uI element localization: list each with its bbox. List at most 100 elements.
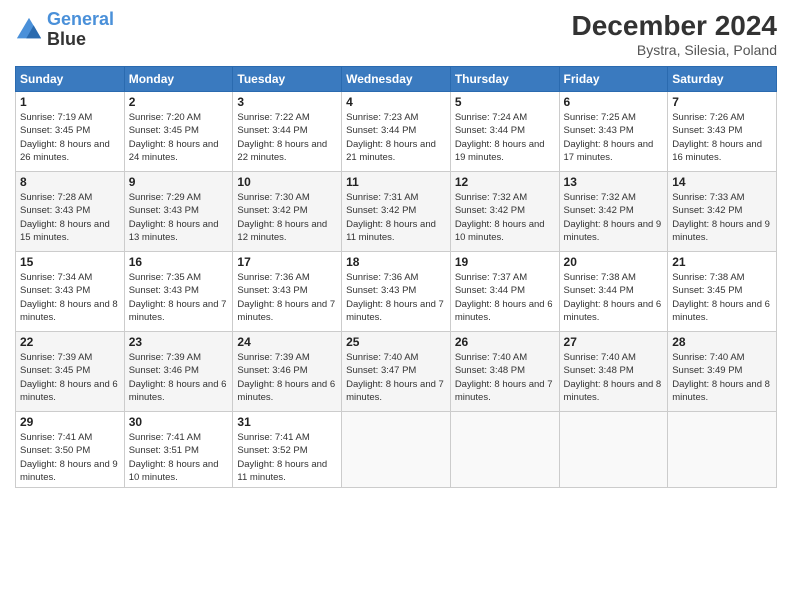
day-info: Sunrise: 7:41 AM Sunset: 3:51 PM Dayligh… <box>129 431 229 484</box>
table-row: 3 Sunrise: 7:22 AM Sunset: 3:44 PM Dayli… <box>233 92 342 172</box>
table-row: 14 Sunrise: 7:33 AM Sunset: 3:42 PM Dayl… <box>668 172 777 252</box>
day-info: Sunrise: 7:40 AM Sunset: 3:47 PM Dayligh… <box>346 351 446 404</box>
day-number: 20 <box>564 255 664 269</box>
day-info: Sunrise: 7:26 AM Sunset: 3:43 PM Dayligh… <box>672 111 772 164</box>
day-info: Sunrise: 7:22 AM Sunset: 3:44 PM Dayligh… <box>237 111 337 164</box>
table-row <box>668 412 777 488</box>
day-number: 4 <box>346 95 446 109</box>
day-info: Sunrise: 7:31 AM Sunset: 3:42 PM Dayligh… <box>346 191 446 244</box>
table-row: 22 Sunrise: 7:39 AM Sunset: 3:45 PM Dayl… <box>16 332 125 412</box>
table-row: 16 Sunrise: 7:35 AM Sunset: 3:43 PM Dayl… <box>124 252 233 332</box>
table-row: 23 Sunrise: 7:39 AM Sunset: 3:46 PM Dayl… <box>124 332 233 412</box>
day-info: Sunrise: 7:39 AM Sunset: 3:46 PM Dayligh… <box>237 351 337 404</box>
table-row: 28 Sunrise: 7:40 AM Sunset: 3:49 PM Dayl… <box>668 332 777 412</box>
day-number: 1 <box>20 95 120 109</box>
table-row: 30 Sunrise: 7:41 AM Sunset: 3:51 PM Dayl… <box>124 412 233 488</box>
table-row: 9 Sunrise: 7:29 AM Sunset: 3:43 PM Dayli… <box>124 172 233 252</box>
day-info: Sunrise: 7:25 AM Sunset: 3:43 PM Dayligh… <box>564 111 664 164</box>
location: Bystra, Silesia, Poland <box>572 42 777 58</box>
table-row: 29 Sunrise: 7:41 AM Sunset: 3:50 PM Dayl… <box>16 412 125 488</box>
table-row: 6 Sunrise: 7:25 AM Sunset: 3:43 PM Dayli… <box>559 92 668 172</box>
day-number: 11 <box>346 175 446 189</box>
table-row <box>559 412 668 488</box>
title-block: December 2024 Bystra, Silesia, Poland <box>572 10 777 58</box>
day-number: 29 <box>20 415 120 429</box>
day-number: 16 <box>129 255 229 269</box>
day-number: 8 <box>20 175 120 189</box>
day-number: 26 <box>455 335 555 349</box>
day-info: Sunrise: 7:35 AM Sunset: 3:43 PM Dayligh… <box>129 271 229 324</box>
table-row: 20 Sunrise: 7:38 AM Sunset: 3:44 PM Dayl… <box>559 252 668 332</box>
table-row: 5 Sunrise: 7:24 AM Sunset: 3:44 PM Dayli… <box>450 92 559 172</box>
day-number: 7 <box>672 95 772 109</box>
day-info: Sunrise: 7:38 AM Sunset: 3:44 PM Dayligh… <box>564 271 664 324</box>
day-info: Sunrise: 7:33 AM Sunset: 3:42 PM Dayligh… <box>672 191 772 244</box>
table-row: 31 Sunrise: 7:41 AM Sunset: 3:52 PM Dayl… <box>233 412 342 488</box>
day-info: Sunrise: 7:32 AM Sunset: 3:42 PM Dayligh… <box>455 191 555 244</box>
day-number: 19 <box>455 255 555 269</box>
weekday-header-row: Sunday Monday Tuesday Wednesday Thursday… <box>16 67 777 92</box>
calendar: Sunday Monday Tuesday Wednesday Thursday… <box>15 66 777 488</box>
table-row: 10 Sunrise: 7:30 AM Sunset: 3:42 PM Dayl… <box>233 172 342 252</box>
day-number: 14 <box>672 175 772 189</box>
day-info: Sunrise: 7:34 AM Sunset: 3:43 PM Dayligh… <box>20 271 120 324</box>
table-row: 7 Sunrise: 7:26 AM Sunset: 3:43 PM Dayli… <box>668 92 777 172</box>
day-info: Sunrise: 7:40 AM Sunset: 3:48 PM Dayligh… <box>564 351 664 404</box>
day-info: Sunrise: 7:38 AM Sunset: 3:45 PM Dayligh… <box>672 271 772 324</box>
day-info: Sunrise: 7:37 AM Sunset: 3:44 PM Dayligh… <box>455 271 555 324</box>
logo-icon <box>15 16 43 44</box>
table-row <box>342 412 451 488</box>
day-number: 2 <box>129 95 229 109</box>
day-info: Sunrise: 7:23 AM Sunset: 3:44 PM Dayligh… <box>346 111 446 164</box>
day-number: 12 <box>455 175 555 189</box>
table-row: 26 Sunrise: 7:40 AM Sunset: 3:48 PM Dayl… <box>450 332 559 412</box>
table-row: 25 Sunrise: 7:40 AM Sunset: 3:47 PM Dayl… <box>342 332 451 412</box>
day-number: 18 <box>346 255 446 269</box>
day-number: 27 <box>564 335 664 349</box>
day-info: Sunrise: 7:36 AM Sunset: 3:43 PM Dayligh… <box>346 271 446 324</box>
page-container: GeneralBlue December 2024 Bystra, Silesi… <box>0 0 792 493</box>
day-number: 3 <box>237 95 337 109</box>
day-info: Sunrise: 7:39 AM Sunset: 3:45 PM Dayligh… <box>20 351 120 404</box>
table-row: 17 Sunrise: 7:36 AM Sunset: 3:43 PM Dayl… <box>233 252 342 332</box>
table-row: 1 Sunrise: 7:19 AM Sunset: 3:45 PM Dayli… <box>16 92 125 172</box>
day-number: 23 <box>129 335 229 349</box>
day-info: Sunrise: 7:30 AM Sunset: 3:42 PM Dayligh… <box>237 191 337 244</box>
month-year: December 2024 <box>572 10 777 42</box>
day-info: Sunrise: 7:39 AM Sunset: 3:46 PM Dayligh… <box>129 351 229 404</box>
day-info: Sunrise: 7:24 AM Sunset: 3:44 PM Dayligh… <box>455 111 555 164</box>
day-number: 15 <box>20 255 120 269</box>
day-number: 10 <box>237 175 337 189</box>
table-row: 11 Sunrise: 7:31 AM Sunset: 3:42 PM Dayl… <box>342 172 451 252</box>
day-info: Sunrise: 7:41 AM Sunset: 3:50 PM Dayligh… <box>20 431 120 484</box>
day-number: 9 <box>129 175 229 189</box>
table-row: 21 Sunrise: 7:38 AM Sunset: 3:45 PM Dayl… <box>668 252 777 332</box>
day-info: Sunrise: 7:40 AM Sunset: 3:49 PM Dayligh… <box>672 351 772 404</box>
header-saturday: Saturday <box>668 67 777 92</box>
table-row: 19 Sunrise: 7:37 AM Sunset: 3:44 PM Dayl… <box>450 252 559 332</box>
day-number: 13 <box>564 175 664 189</box>
table-row: 24 Sunrise: 7:39 AM Sunset: 3:46 PM Dayl… <box>233 332 342 412</box>
header-thursday: Thursday <box>450 67 559 92</box>
header-monday: Monday <box>124 67 233 92</box>
day-info: Sunrise: 7:28 AM Sunset: 3:43 PM Dayligh… <box>20 191 120 244</box>
table-row: 12 Sunrise: 7:32 AM Sunset: 3:42 PM Dayl… <box>450 172 559 252</box>
table-row: 4 Sunrise: 7:23 AM Sunset: 3:44 PM Dayli… <box>342 92 451 172</box>
logo: GeneralBlue <box>15 10 114 50</box>
day-info: Sunrise: 7:20 AM Sunset: 3:45 PM Dayligh… <box>129 111 229 164</box>
day-info: Sunrise: 7:36 AM Sunset: 3:43 PM Dayligh… <box>237 271 337 324</box>
table-row: 2 Sunrise: 7:20 AM Sunset: 3:45 PM Dayli… <box>124 92 233 172</box>
day-info: Sunrise: 7:40 AM Sunset: 3:48 PM Dayligh… <box>455 351 555 404</box>
header-friday: Friday <box>559 67 668 92</box>
table-row: 13 Sunrise: 7:32 AM Sunset: 3:42 PM Dayl… <box>559 172 668 252</box>
day-number: 25 <box>346 335 446 349</box>
day-info: Sunrise: 7:32 AM Sunset: 3:42 PM Dayligh… <box>564 191 664 244</box>
table-row: 15 Sunrise: 7:34 AM Sunset: 3:43 PM Dayl… <box>16 252 125 332</box>
table-row: 18 Sunrise: 7:36 AM Sunset: 3:43 PM Dayl… <box>342 252 451 332</box>
day-number: 24 <box>237 335 337 349</box>
header-wednesday: Wednesday <box>342 67 451 92</box>
day-number: 31 <box>237 415 337 429</box>
day-info: Sunrise: 7:29 AM Sunset: 3:43 PM Dayligh… <box>129 191 229 244</box>
day-number: 6 <box>564 95 664 109</box>
table-row: 8 Sunrise: 7:28 AM Sunset: 3:43 PM Dayli… <box>16 172 125 252</box>
